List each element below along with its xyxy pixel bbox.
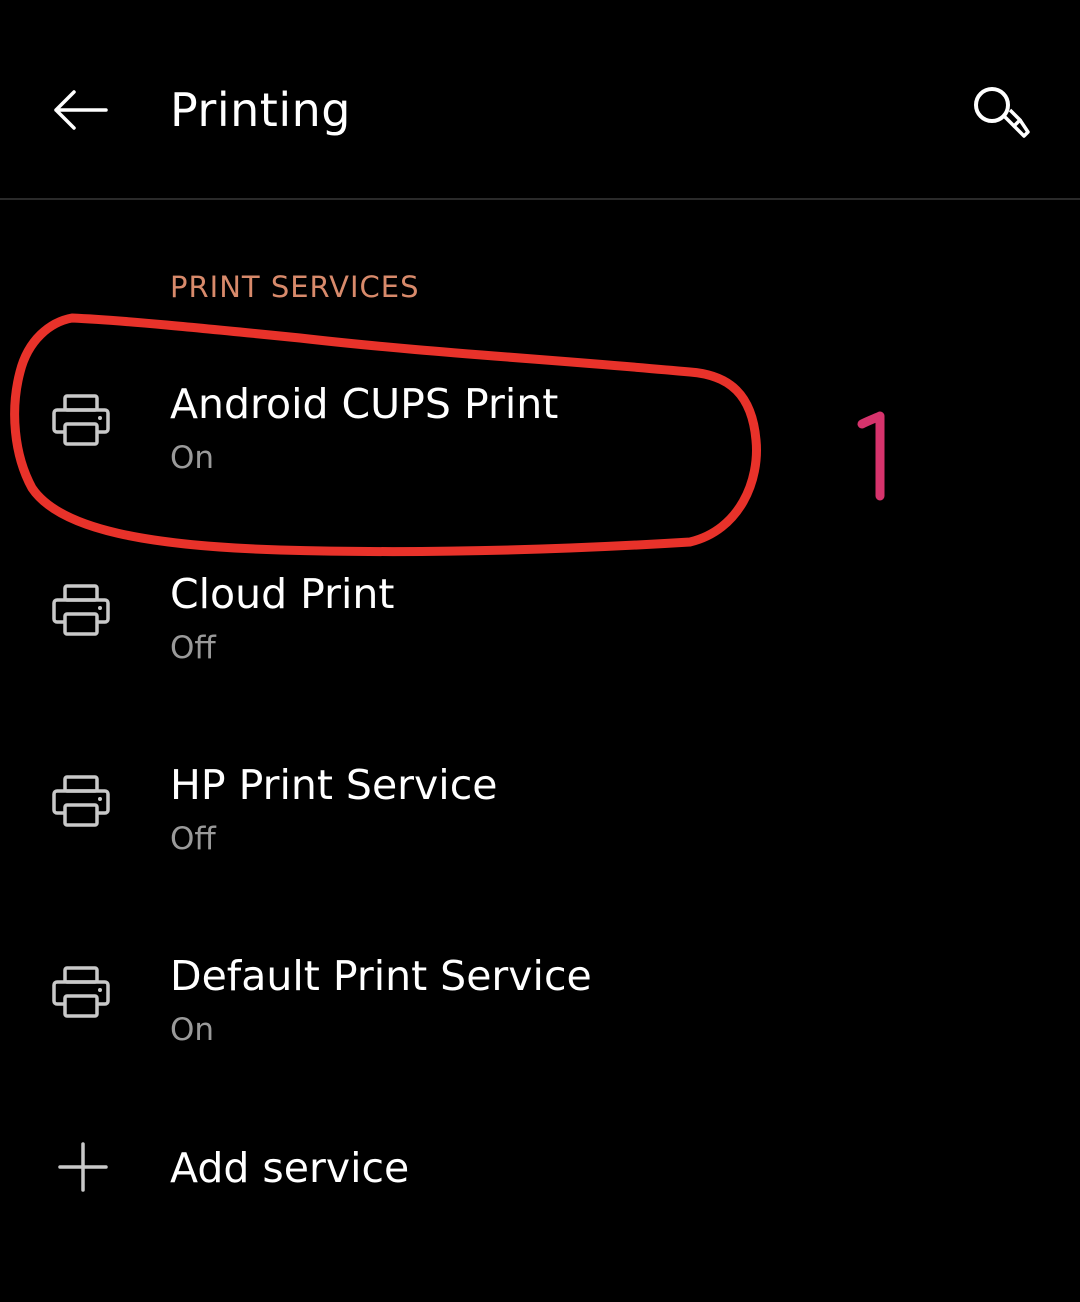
printer-icon [46,576,116,646]
service-item-hp-print-service[interactable]: HP Print Service Off [0,741,1080,911]
service-name: Default Print Service [170,952,592,1000]
service-item-cloud-print[interactable]: Cloud Print Off [0,550,1080,720]
search-button[interactable] [958,74,1042,152]
add-service-label: Add service [170,1144,410,1192]
search-icon [974,87,1030,138]
service-name: Cloud Print [170,570,395,618]
back-button[interactable] [40,72,120,148]
add-service-button[interactable]: Add service [0,1122,1080,1232]
service-name: HP Print Service [170,761,498,809]
service-item-default-print-service[interactable]: Default Print Service On [0,932,1080,1102]
section-header: PRINT SERVICES [170,270,420,304]
service-status: On [170,1012,215,1048]
printer-icon [46,767,116,837]
service-status: Off [170,821,216,857]
app-bar: Printing [0,0,1080,200]
service-item-android-cups-print[interactable]: Android CUPS Print On [0,360,1080,530]
arrow-back-icon [54,90,108,130]
service-status: Off [170,630,216,666]
service-name: Android CUPS Print [170,380,559,428]
printer-icon [46,386,116,456]
service-status: On [170,440,215,476]
plus-icon [48,1132,118,1202]
page-title: Printing [170,83,351,137]
printer-icon [46,958,116,1028]
